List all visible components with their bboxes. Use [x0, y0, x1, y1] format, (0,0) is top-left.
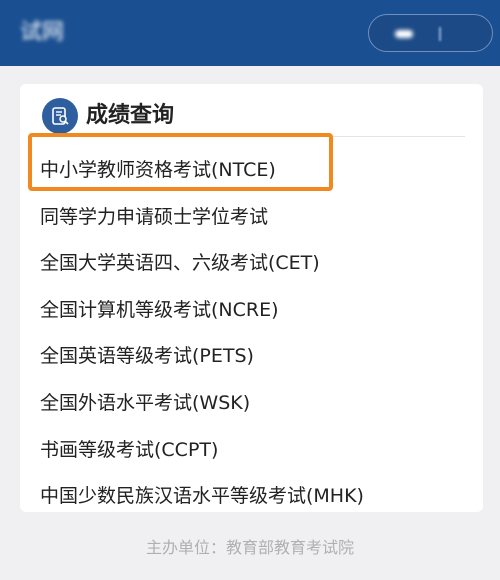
score-query-card: 成绩查询 中小学教师资格考试(NTCE) 同等学力申请硕士学位考试 全国大学英语… — [20, 84, 483, 512]
exam-link-equivalent-degree[interactable]: 同等学力申请硕士学位考试 — [40, 197, 470, 244]
exam-link-pets[interactable]: 全国英语等级考试(PETS) — [40, 336, 470, 383]
footer-organizer: 主办单位：教育部教育考试院 — [145, 538, 354, 557]
site-title[interactable]: 试网 — [20, 18, 64, 48]
top-header: 试网 — [0, 0, 500, 66]
exam-link-ncre[interactable]: 全国计算机等级考试(NCRE) — [40, 290, 470, 337]
blurred-text — [395, 30, 413, 38]
exam-link-ccpt[interactable]: 书画等级考试(CCPT) — [40, 430, 470, 477]
exam-link-wsk[interactable]: 全国外语水平考试(WSK) — [40, 383, 470, 430]
header-search-box[interactable] — [368, 14, 493, 52]
exam-link-ntce[interactable]: 中小学教师资格考试(NTCE) — [40, 150, 470, 197]
score-query-icon — [42, 98, 78, 134]
divider — [40, 136, 465, 137]
exam-list: 中小学教师资格考试(NTCE) 同等学力申请硕士学位考试 全国大学英语四、六级考… — [40, 150, 470, 523]
search-caret — [439, 27, 441, 41]
exam-link-mhk[interactable]: 中国少数民族汉语水平等级考试(MHK) — [40, 476, 470, 523]
section-title: 成绩查询 — [86, 103, 175, 128]
exam-link-cet[interactable]: 全国大学英语四、六级考试(CET) — [40, 243, 470, 290]
